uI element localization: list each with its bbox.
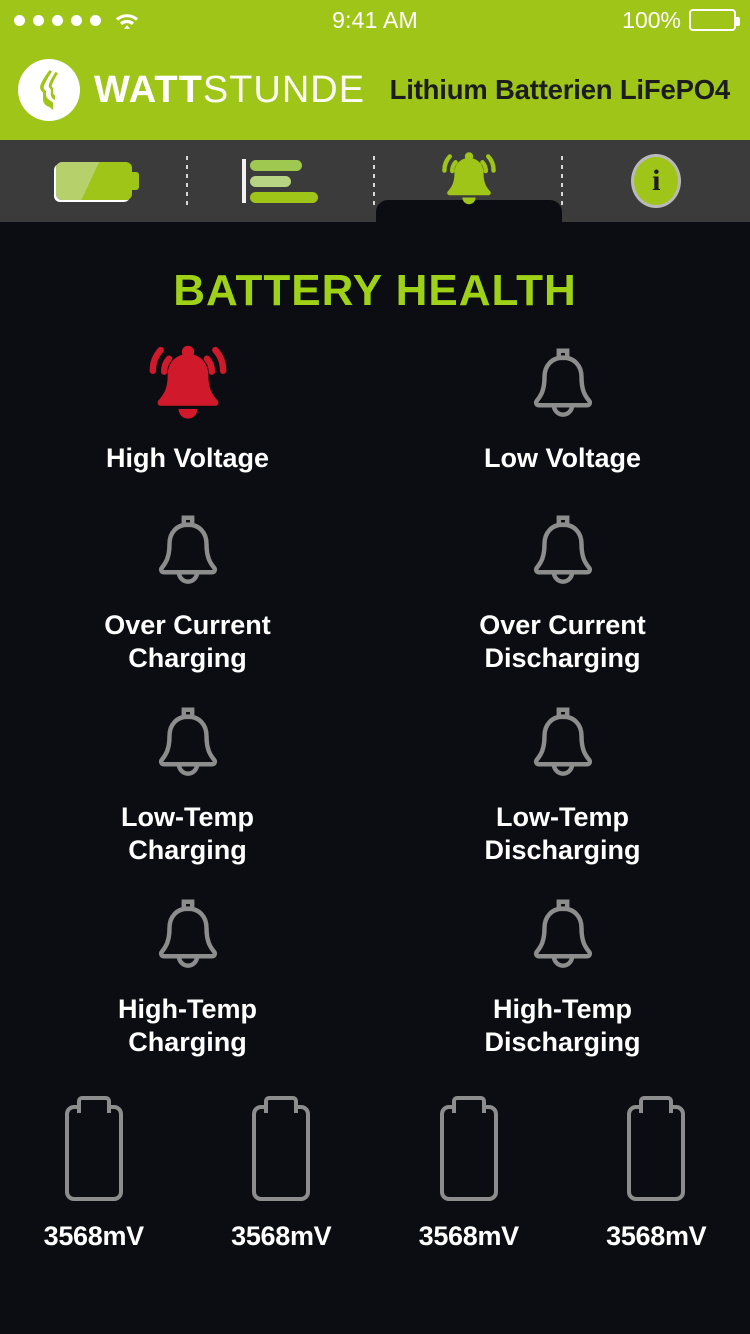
battery-cell-icon xyxy=(439,1104,498,1201)
signal-dot xyxy=(14,14,25,26)
cell-item[interactable]: 3568mV xyxy=(0,1104,188,1252)
alarm-label: Low-Temp Charging xyxy=(121,801,254,865)
page-header-title: Lithium Batterien LiFePO4 xyxy=(389,74,731,105)
battery-full-icon xyxy=(689,9,740,31)
alarm-item-high-voltage[interactable]: High Voltage xyxy=(0,338,375,475)
brand-name-bold: WATT xyxy=(94,69,203,111)
battery-icon xyxy=(55,162,139,200)
cell-voltage-row: 3568mV 3568mV 3568mV 3568mV xyxy=(0,1104,750,1252)
bell-icon xyxy=(526,505,600,601)
status-bar-left xyxy=(14,11,140,30)
cell-item[interactable]: 3568mV xyxy=(563,1104,750,1252)
alarm-item-low-voltage[interactable]: Low Voltage xyxy=(375,338,750,475)
alarm-row: High-Temp Charging High-Temp Discharging xyxy=(0,889,750,1059)
info-glyph: i xyxy=(652,164,661,197)
alarm-item-high-temp-discharging[interactable]: High-Temp Discharging xyxy=(375,889,750,1059)
tab-info[interactable]: i xyxy=(563,140,750,222)
battery-percent-label: 100% xyxy=(622,6,681,33)
alarm-grid: High Voltage Low Voltage Over Current Ch… xyxy=(0,338,750,1059)
status-bar-right: 100% xyxy=(622,6,740,34)
brand-lockup: WATTSTUNDE xyxy=(18,59,365,121)
signal-strength-dots xyxy=(14,14,101,26)
alarm-label: Low-Temp Discharging xyxy=(484,801,641,865)
tab-stats[interactable] xyxy=(188,140,375,222)
app-root: 9:41 AM 100% WATTSTUNDE Lithium Batterie… xyxy=(0,0,750,1334)
alarm-label: Over Current Discharging xyxy=(479,609,646,673)
bell-icon xyxy=(526,889,600,985)
signal-dot xyxy=(33,14,44,26)
alarm-label: Low Voltage xyxy=(483,443,641,473)
app-header: WATTSTUNDE Lithium Batterien LiFePO4 xyxy=(0,40,750,140)
bell-ring-icon xyxy=(432,148,506,214)
bell-icon xyxy=(526,697,600,793)
brand-name-light: STUNDE xyxy=(202,69,366,111)
signal-dot xyxy=(71,14,82,26)
tab-battery[interactable] xyxy=(0,140,188,222)
cell-voltage-value: 3568mV xyxy=(418,1220,520,1251)
battery-cell-icon xyxy=(64,1104,123,1201)
alarm-label: High-Temp Discharging xyxy=(484,993,641,1057)
bell-icon xyxy=(526,338,600,434)
signal-dot xyxy=(90,14,101,26)
main-content: BATTERY HEALTH High Voltage Low Voltage … xyxy=(0,222,750,1334)
signal-dot xyxy=(52,14,63,26)
battery-cell-icon xyxy=(627,1104,686,1201)
page-title: BATTERY HEALTH xyxy=(173,266,577,315)
cell-voltage-value: 3568mV xyxy=(231,1220,332,1251)
cell-item[interactable]: 3568mV xyxy=(188,1104,376,1252)
alarm-item-high-temp-charging[interactable]: High-Temp Charging xyxy=(0,889,375,1059)
bar-chart-icon xyxy=(242,159,320,203)
alarm-row: Low-Temp Charging Low-Temp Discharging xyxy=(0,697,750,867)
bell-ring-icon xyxy=(136,338,240,434)
brand-name: WATTSTUNDE xyxy=(94,71,365,109)
alarm-row: Over Current Charging Over Current Disch… xyxy=(0,505,750,675)
bell-icon xyxy=(151,697,225,793)
cell-voltage-value: 3568mV xyxy=(43,1220,145,1251)
battery-cell-icon xyxy=(252,1104,311,1201)
alarm-label: High-Temp Charging xyxy=(118,993,257,1057)
alarm-item-over-current-charging[interactable]: Over Current Charging xyxy=(0,505,375,675)
alarm-item-low-temp-discharging[interactable]: Low-Temp Discharging xyxy=(375,697,750,867)
tab-bar: i xyxy=(0,140,750,222)
alarm-label: Over Current Charging xyxy=(104,609,271,673)
alarm-item-low-temp-charging[interactable]: Low-Temp Charging xyxy=(0,697,375,867)
status-bar: 9:41 AM 100% xyxy=(0,0,750,40)
bell-icon xyxy=(151,505,225,601)
alarm-label: High Voltage xyxy=(105,443,269,473)
wattstunde-logo-icon xyxy=(18,59,80,121)
info-icon: i xyxy=(631,154,682,208)
alarm-item-over-current-discharging[interactable]: Over Current Discharging xyxy=(375,505,750,675)
cell-item[interactable]: 3568mV xyxy=(375,1104,563,1252)
tab-alarms[interactable] xyxy=(375,140,563,222)
wifi-icon xyxy=(114,11,140,30)
bell-icon xyxy=(151,889,225,985)
cell-voltage-value: 3568mV xyxy=(606,1220,707,1251)
alarm-row: High Voltage Low Voltage xyxy=(0,338,750,475)
